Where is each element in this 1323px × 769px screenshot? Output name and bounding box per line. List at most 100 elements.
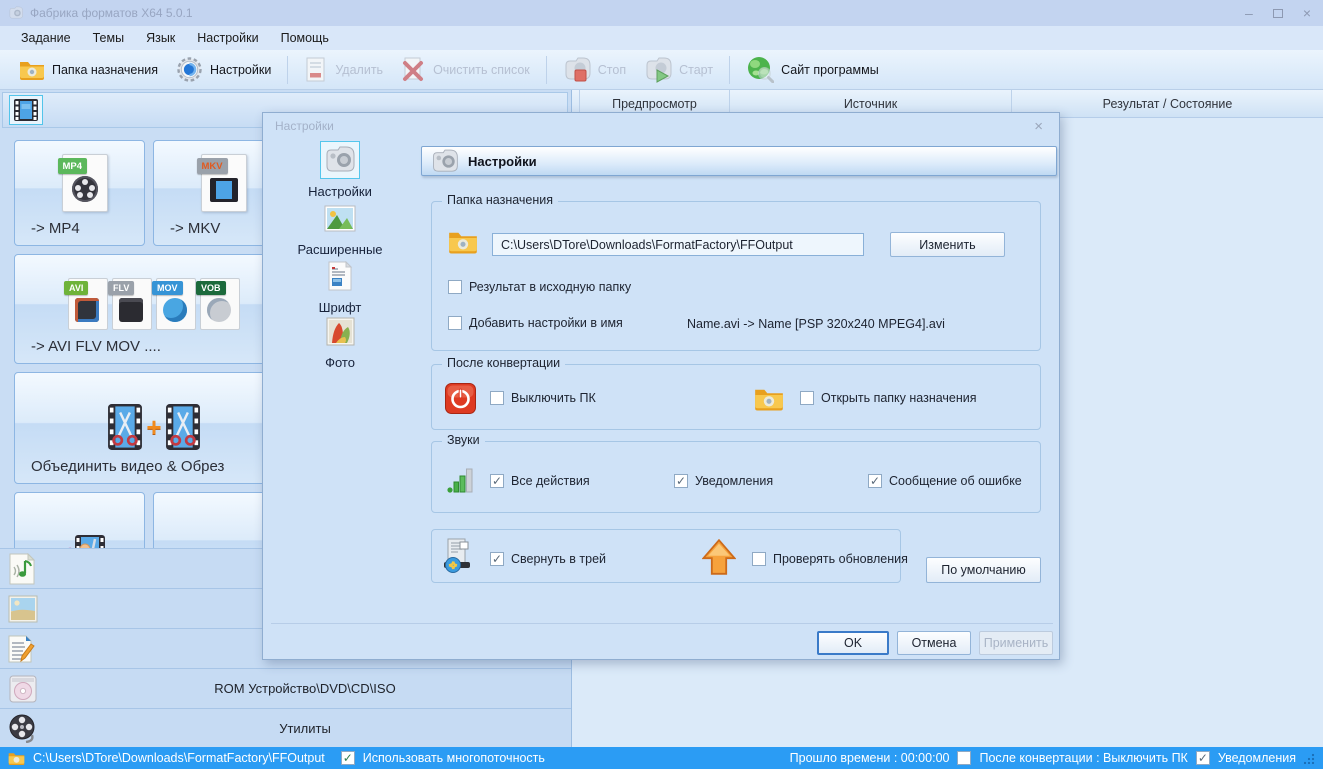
settings-label: Настройки [210, 63, 271, 77]
check-updates-checkbox[interactable] [752, 552, 766, 566]
start-label: Старт [679, 63, 713, 77]
append-example-text: Name.avi -> Name [PSP 320x240 MPEG4].avi [687, 317, 945, 331]
sidebar-item-settings[interactable]: Настройки [280, 141, 400, 199]
shutdown-checkbox[interactable] [490, 391, 504, 405]
gear-icon [176, 56, 203, 83]
multithread-checkbox[interactable]: ✓ [341, 751, 355, 765]
cancel-button[interactable]: Отмена [897, 631, 971, 655]
convert-to-mp4-button[interactable]: MP4 -> MP4 [14, 140, 145, 246]
menu-language[interactable]: Язык [135, 28, 186, 48]
utilities-section-header[interactable]: Утилиты [0, 708, 572, 747]
film-thumb-icon [210, 178, 238, 202]
rom-device-icon [8, 674, 38, 704]
vob-badge: VOB [196, 281, 226, 295]
dialog-close-button[interactable]: × [1030, 118, 1047, 135]
settings-dialog: Настройки × Настройки Расширенные [262, 112, 1060, 660]
result-to-source-checkbox[interactable] [448, 280, 462, 294]
notifications-row: ✓ Уведомления [674, 474, 773, 488]
status-shutdown-checkbox[interactable] [957, 751, 971, 765]
delete-label: Удалить [335, 63, 383, 77]
menu-themes[interactable]: Темы [82, 28, 135, 48]
status-output-path[interactable]: C:\Users\DTore\Downloads\FormatFactory\F… [33, 751, 325, 765]
tray-label: Свернуть в трей [511, 552, 606, 566]
rom-section-header[interactable]: ROM Устройство\DVD\CD\ISO [0, 668, 572, 708]
flv-file-icon: FLV [112, 278, 152, 330]
website-button[interactable]: Сайт программы [737, 52, 888, 87]
dest-folder-label: Папка назначения [52, 63, 158, 77]
elapsed-time-text: Прошло времени : 00:00:00 [790, 751, 950, 765]
apply-button-label: Применить [984, 636, 1049, 650]
open-folder-row: Открыть папку назначения [800, 391, 977, 405]
film-strip-icon [13, 98, 39, 122]
update-arrow-icon [702, 539, 736, 575]
window-title: Фабрика форматов X64 5.0.1 [30, 6, 193, 20]
tray-computer-icon [442, 538, 476, 574]
all-actions-checkbox[interactable]: ✓ [490, 474, 504, 488]
flv-thumb [119, 298, 143, 322]
default-button[interactable]: По умолчанию [926, 557, 1041, 583]
photo-icon-box [320, 312, 360, 350]
misc-options-box: ✓ Свернуть в трей Проверять обновления [431, 529, 901, 583]
sidebar-item-advanced[interactable]: Расширенные [280, 199, 400, 257]
stop-button: Стоп [554, 53, 635, 87]
dialog-footer-separator [271, 623, 1053, 624]
mov-badge: MOV [152, 281, 183, 295]
sidebar-photo-label: Фото [325, 355, 355, 370]
merge-clip-video-button[interactable]: + Объединить видео & Обрез [14, 372, 284, 484]
avi-flv-mov-vob-icons: AVI FLV MOV VOB [68, 278, 240, 330]
sound-bars-icon [446, 464, 476, 494]
avi-button-label: -> AVI FLV MOV .... [31, 338, 161, 355]
apply-button: Применить [979, 631, 1053, 655]
sidebar-settings-label: Настройки [308, 184, 372, 199]
sidebar-item-font[interactable]: Шрифт [280, 257, 400, 315]
open-folder-checkbox[interactable] [800, 391, 814, 405]
notifications-checkbox[interactable]: ✓ [674, 474, 688, 488]
mp4-file-icon: MP4 [62, 154, 108, 212]
dialog-title: Настройки [275, 119, 334, 133]
error-message-checkbox[interactable]: ✓ [868, 474, 882, 488]
output-path-field[interactable] [492, 233, 864, 256]
check-icon: ✓ [492, 553, 502, 565]
check-icon: ✓ [492, 475, 502, 487]
photo-icon [326, 317, 355, 346]
append-settings-checkbox[interactable] [448, 316, 462, 330]
change-folder-button[interactable]: Изменить [890, 232, 1005, 257]
check-updates-label: Проверять обновления [773, 552, 908, 566]
tray-row: ✓ Свернуть в трей [490, 552, 606, 566]
toolbar-separator [287, 56, 288, 84]
check-updates-row: Проверять обновления [752, 552, 908, 566]
status-notifications-checkbox[interactable]: ✓ [1196, 751, 1210, 765]
avi-thumb [75, 298, 99, 322]
settings-button[interactable]: Настройки [167, 52, 280, 87]
mp4-button-label: -> MP4 [31, 220, 80, 237]
open-folder-label: Открыть папку назначения [821, 391, 977, 405]
folder-icon [448, 230, 478, 254]
after-conversion-group: После конвертации Выключить ПК Открыть п… [431, 364, 1041, 430]
close-button[interactable]: × [1303, 5, 1311, 21]
menu-help[interactable]: Помощь [270, 28, 340, 48]
folder-icon [8, 752, 25, 765]
advanced-icon-box [320, 199, 360, 237]
camera-settings-icon [430, 149, 460, 174]
film-scissors-icon [166, 404, 200, 450]
clear-list-button: Очистить список [392, 53, 539, 87]
utilities-section-label: Утилиты [38, 721, 572, 736]
menu-task[interactable]: Задание [10, 28, 82, 48]
mkv-button-label: -> MKV [170, 220, 220, 237]
all-actions-label: Все действия [511, 474, 590, 488]
error-message-row: ✓ Сообщение об ошибке [868, 474, 1022, 488]
minimize-button[interactable]: – [1245, 5, 1253, 21]
picture-icon [324, 205, 356, 232]
resize-grip-icon[interactable] [1304, 753, 1315, 764]
convert-to-avi-flv-mov-button[interactable]: AVI FLV MOV VOB -> AVI FLV MOV .... [14, 254, 284, 364]
maximize-button[interactable] [1273, 9, 1283, 18]
toolbar-separator [729, 56, 730, 84]
avi-badge: AVI [64, 281, 88, 295]
mkv-file-icon: MKV [201, 154, 247, 212]
sidebar-item-photo[interactable]: Фото [280, 312, 400, 370]
ok-button[interactable]: OK [817, 631, 889, 655]
dest-folder-button[interactable]: Папка назначения [10, 56, 167, 84]
menu-settings[interactable]: Настройки [186, 28, 269, 48]
tray-checkbox[interactable]: ✓ [490, 552, 504, 566]
vob-file-icon: VOB [200, 278, 240, 330]
